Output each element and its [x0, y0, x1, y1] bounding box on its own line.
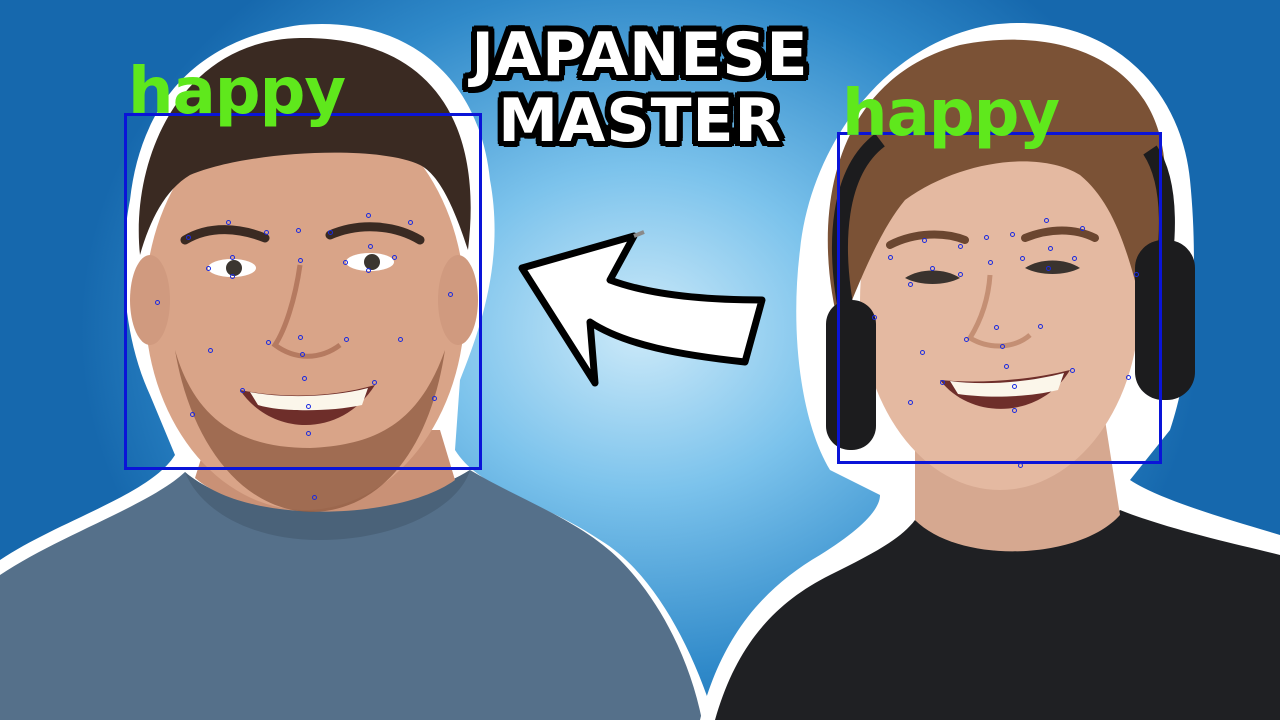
- landmark-point: [186, 235, 191, 240]
- landmark-point: [988, 260, 993, 265]
- landmark-point: [366, 213, 371, 218]
- curved-arrow-left-icon: [518, 230, 766, 387]
- landmark-point: [366, 268, 371, 273]
- landmark-point: [298, 335, 303, 340]
- landmark-point: [408, 220, 413, 225]
- landmark-point: [1080, 226, 1085, 231]
- landmark-point: [1044, 218, 1049, 223]
- landmark-point: [920, 350, 925, 355]
- right-face-detection-box: [837, 132, 1162, 464]
- landmark-point: [958, 244, 963, 249]
- landmark-point: [302, 376, 307, 381]
- landmark-point: [226, 220, 231, 225]
- landmark-point: [155, 300, 160, 305]
- landmark-point: [922, 238, 927, 243]
- landmark-point: [1038, 324, 1043, 329]
- title-line-2: MASTER: [498, 86, 782, 156]
- landmark-point: [984, 235, 989, 240]
- landmark-point: [230, 274, 235, 279]
- landmark-point: [266, 340, 271, 345]
- landmark-point: [1020, 256, 1025, 261]
- landmark-point: [344, 337, 349, 342]
- landmark-point: [908, 282, 913, 287]
- landmark-point: [1000, 344, 1005, 349]
- landmark-point: [888, 255, 893, 260]
- landmark-point: [206, 266, 211, 271]
- landmark-point: [300, 352, 305, 357]
- landmark-point: [1010, 232, 1015, 237]
- landmark-point: [940, 380, 945, 385]
- title-line-1: JAPANESE: [471, 20, 809, 90]
- landmark-point: [1018, 463, 1023, 468]
- landmark-point: [1012, 384, 1017, 389]
- landmark-point: [264, 230, 269, 235]
- landmark-point: [372, 380, 377, 385]
- landmark-point: [1046, 266, 1051, 271]
- landmark-point: [368, 244, 373, 249]
- landmark-point: [306, 431, 311, 436]
- landmark-point: [328, 230, 333, 235]
- landmark-point: [872, 315, 877, 320]
- landmark-point: [432, 396, 437, 401]
- landmark-point: [448, 292, 453, 297]
- landmark-point: [343, 260, 348, 265]
- landmark-point: [1072, 256, 1077, 261]
- landmark-point: [208, 348, 213, 353]
- landmark-point: [958, 272, 963, 277]
- left-face-detection-box: [124, 113, 482, 470]
- landmark-point: [1048, 246, 1053, 251]
- landmark-point: [190, 412, 195, 417]
- landmark-point: [312, 495, 317, 500]
- landmark-point: [296, 228, 301, 233]
- landmark-point: [994, 325, 999, 330]
- landmark-point: [306, 404, 311, 409]
- landmark-point: [1126, 375, 1131, 380]
- landmark-point: [930, 266, 935, 271]
- landmark-point: [398, 337, 403, 342]
- landmark-point: [1070, 368, 1075, 373]
- right-emotion-label: happy: [842, 77, 1060, 151]
- landmark-point: [1134, 272, 1139, 277]
- left-emotion-label: happy: [128, 55, 346, 129]
- landmark-point: [964, 337, 969, 342]
- video-title: JAPANESE MASTER: [430, 22, 850, 154]
- landmark-point: [392, 255, 397, 260]
- landmark-point: [908, 400, 913, 405]
- landmark-point: [1012, 408, 1017, 413]
- landmark-point: [298, 258, 303, 263]
- landmark-point: [1004, 364, 1009, 369]
- landmark-point: [230, 255, 235, 260]
- landmark-point: [240, 388, 245, 393]
